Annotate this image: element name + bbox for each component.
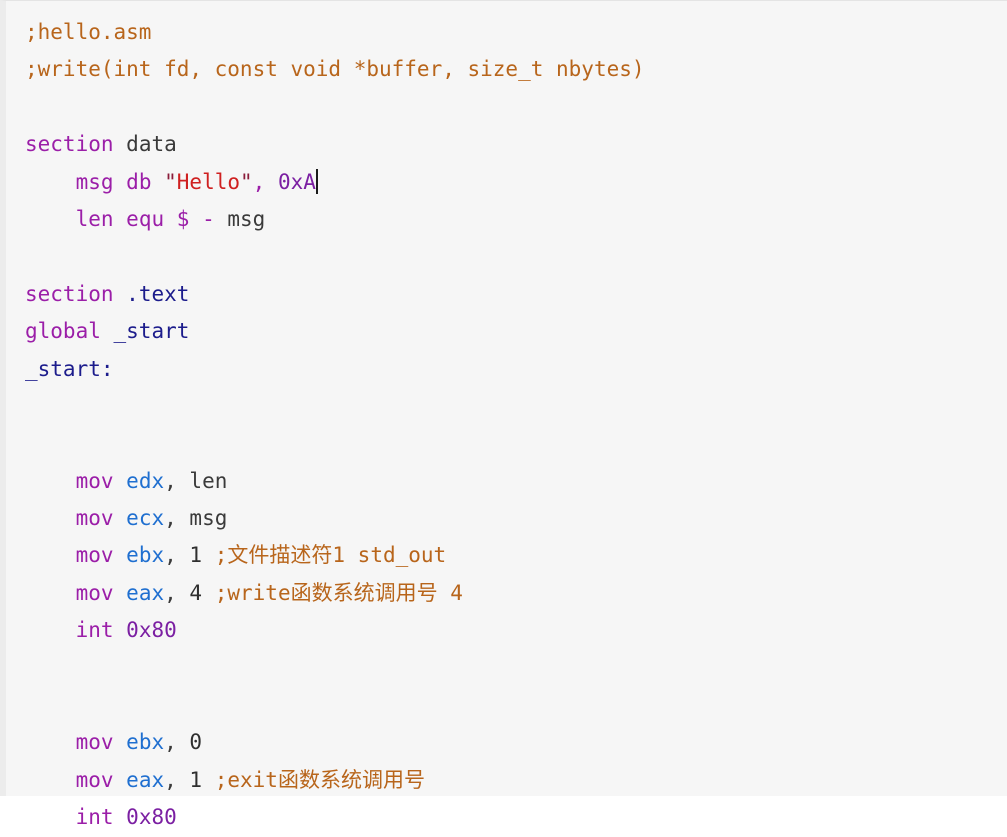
operand-token: len	[189, 468, 228, 493]
comment-token: ;hello.asm	[25, 20, 152, 44]
comment-token: 4	[437, 580, 463, 605]
code-line: int 0x80	[6, 612, 1007, 649]
number-token: 0x80	[126, 618, 177, 643]
string-token: Hello	[176, 169, 240, 194]
number-token: 0x80	[126, 805, 177, 830]
register-token: eax	[126, 580, 165, 605]
comment-token: ;write(int fd, const void *buffer, size_…	[25, 57, 645, 82]
mnemonic-token: mov	[75, 580, 114, 605]
comment-token: 1 std_out	[332, 543, 447, 568]
keyword-token: section	[25, 132, 114, 157]
code-line: mov ebx, 0	[6, 724, 1007, 761]
symbol-token: msg	[75, 169, 114, 194]
register-token: ebx	[126, 543, 165, 568]
code-line: int 0x80	[6, 799, 1007, 836]
mnemonic-token: int	[75, 618, 114, 643]
comma-token: ,	[252, 169, 266, 194]
comma-token: ,	[164, 730, 177, 755]
comma-token: ,	[164, 506, 177, 531]
code-line: section .text	[6, 276, 1007, 313]
code-line: ;hello.asm	[6, 14, 1007, 51]
code-line: mov eax, 1 ;exit函数系统调用号	[6, 762, 1007, 799]
comment-token: ;	[214, 543, 228, 568]
immediate-token: 0	[189, 730, 203, 755]
code-line: mov edx, len	[6, 463, 1007, 500]
dollar-token: $	[176, 206, 190, 231]
source-code[interactable]: ;hello.asm ;write(int fd, const void *buf…	[6, 14, 1007, 837]
mnemonic-token: mov	[75, 730, 114, 755]
comma-token: ,	[164, 468, 177, 493]
mnemonic-token: mov	[75, 543, 114, 568]
text-caret	[315, 168, 318, 194]
operand-token: data	[126, 132, 177, 157]
code-line: mov eax, 4 ;write函数系统调用号 4	[6, 575, 1007, 612]
comment-cjk-token: 函数系统调用号	[290, 580, 438, 605]
code-line: msg db "Hello", 0xA	[6, 164, 1007, 201]
comma-token: ,	[164, 767, 177, 792]
comma-token: ,	[164, 543, 177, 568]
mnemonic-token: mov	[75, 506, 114, 531]
number-token: 0xA	[277, 169, 316, 194]
register-token: ebx	[126, 730, 165, 755]
comment-cjk-token: 文件描述符	[227, 543, 333, 568]
code-line: _start:	[6, 351, 1007, 388]
comma-token: ,	[164, 580, 177, 605]
register-token: edx	[126, 468, 165, 493]
code-line: ;write(int fd, const void *buffer, size_…	[6, 51, 1007, 88]
register-token: eax	[126, 767, 165, 792]
directive-token: equ	[126, 206, 165, 231]
quote-token: "	[164, 169, 177, 194]
code-line: global _start	[6, 313, 1007, 350]
symbol-token: len	[75, 206, 114, 231]
immediate-token: 1	[189, 767, 203, 792]
mnemonic-token: mov	[75, 468, 114, 493]
operator-token: -	[202, 206, 215, 231]
code-line: section data	[6, 126, 1007, 163]
comment-cjk-token: 函数系统调用号	[277, 767, 425, 792]
label-token: _start:	[25, 356, 114, 381]
keyword-token: global	[25, 319, 101, 344]
operand-token: msg	[189, 506, 228, 531]
code-block[interactable]: ;hello.asm ;write(int fd, const void *buf…	[0, 0, 1007, 829]
comment-token: ;write	[214, 580, 291, 605]
symbol-token: _start	[113, 319, 190, 344]
keyword-token: section	[25, 281, 114, 306]
code-line: mov ebx, 1 ;文件描述符1 std_out	[6, 537, 1007, 574]
code-line: len equ $ - msg	[6, 201, 1007, 238]
directive-token: db	[126, 169, 152, 194]
quote-token: "	[240, 169, 253, 194]
mnemonic-token: int	[75, 805, 114, 830]
section-name-token: .text	[126, 281, 190, 306]
comment-token: ;exit	[214, 767, 278, 792]
immediate-token: 1	[189, 543, 203, 568]
code-line: mov ecx, msg	[6, 500, 1007, 537]
immediate-token: 4	[189, 580, 203, 605]
operand-token: msg	[227, 206, 266, 231]
mnemonic-token: mov	[75, 767, 114, 792]
register-token: ecx	[126, 506, 165, 531]
